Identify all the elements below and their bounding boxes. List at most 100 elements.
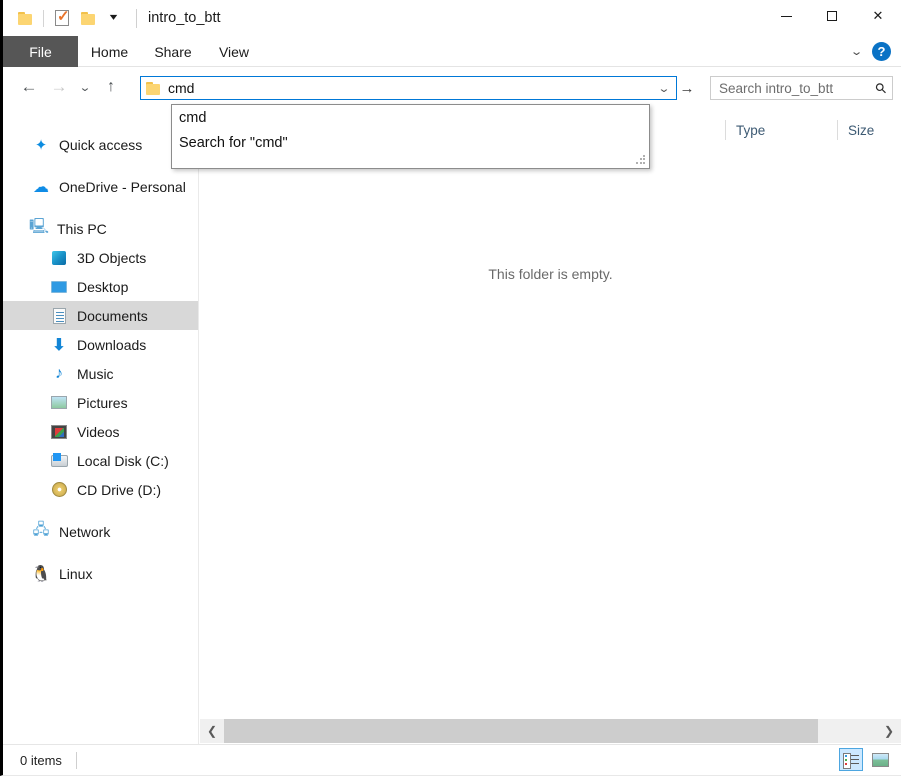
qat-folder-button[interactable] [12, 5, 38, 31]
scrollbar-thumb[interactable] [224, 719, 818, 743]
window-title: intro_to_btt [148, 10, 221, 26]
sidebar-item-local-disk-c[interactable]: Local Disk (C:) [3, 446, 198, 475]
scrollbar-track[interactable] [224, 719, 877, 743]
column-header-size-label: Size [848, 122, 875, 138]
search-input[interactable]: Search intro_to_btt [719, 81, 876, 96]
chevron-down-icon: ▾ [110, 12, 118, 23]
address-chevron-down-icon[interactable]: ⌄ [650, 82, 678, 95]
address-input[interactable]: cmd [168, 81, 654, 95]
status-bar: 0 items [3, 744, 901, 775]
sidebar-item-onedrive[interactable]: ☁ OneDrive - Personal [3, 172, 198, 201]
tab-share[interactable]: Share [141, 36, 205, 67]
scroll-left-button[interactable]: ❮ [200, 719, 224, 743]
help-icon[interactable]: ? [872, 42, 891, 61]
quick-access-toolbar: ▾ [3, 0, 137, 36]
window-controls: ✕ [763, 0, 901, 32]
sidebar-item-label: OneDrive - Personal [59, 178, 186, 195]
sidebar-item-this-pc[interactable]: 🖳 This PC [3, 214, 198, 243]
details-view-icon [843, 752, 859, 769]
up-button[interactable]: ↑ [96, 72, 126, 102]
network-icon: 🖧 [32, 521, 50, 538]
ribbon-bar: File Home Share View ⌄ ? [3, 36, 901, 67]
close-button[interactable]: ✕ [855, 0, 901, 32]
ribbon-tabs: File Home Share View [3, 36, 901, 67]
chevron-down-icon: ⌄ [78, 81, 92, 94]
empty-folder-message: This folder is empty. [488, 266, 613, 282]
sidebar-item-documents[interactable]: Documents [3, 301, 198, 330]
large-icons-view-button[interactable] [868, 748, 892, 771]
details-view-button[interactable] [839, 748, 863, 771]
go-button[interactable]: → [675, 76, 699, 100]
sidebar-item-label: Linux [59, 565, 93, 582]
qat-separator [43, 9, 44, 27]
sidebar-item-desktop[interactable]: Desktop [3, 272, 198, 301]
sidebar-item-cd-drive-d[interactable]: CD Drive (D:) [3, 475, 198, 504]
scroll-right-button[interactable]: ❯ [877, 719, 901, 743]
tab-view[interactable]: View [205, 36, 263, 67]
cd-drive-icon [49, 481, 69, 499]
minimize-icon [780, 15, 792, 17]
properties-icon [55, 8, 70, 26]
sidebar-item-label: 3D Objects [77, 249, 147, 266]
autocomplete-item-cmd[interactable]: cmd [172, 105, 649, 130]
maximize-icon [827, 11, 837, 21]
3d-objects-icon [49, 249, 69, 267]
qat-customize-button[interactable]: ▾ [101, 5, 127, 31]
sidebar-item-videos[interactable]: Videos [3, 417, 198, 446]
qat-new-folder-button[interactable] [75, 5, 101, 31]
status-separator [75, 751, 77, 769]
autocomplete-item-label: Search for "cmd" [179, 134, 288, 151]
folder-icon [17, 11, 33, 25]
horizontal-scrollbar[interactable]: ❮ ❯ [200, 719, 901, 743]
desktop-icon [49, 278, 69, 296]
back-button[interactable]: ← [14, 72, 44, 102]
large-icons-view-icon [871, 752, 889, 767]
search-box[interactable]: Search intro_to_btt ⚲ [710, 76, 893, 100]
local-disk-icon [49, 452, 69, 470]
go-arrow-icon: → [679, 79, 695, 97]
autocomplete-item-search[interactable]: Search for "cmd" [172, 130, 649, 155]
pictures-icon [49, 394, 69, 412]
expand-ribbon-chevron-down-icon[interactable]: ⌄ [850, 45, 863, 58]
documents-icon [49, 307, 69, 325]
sidebar-item-pictures[interactable]: Pictures [3, 388, 198, 417]
tab-share-label: Share [154, 43, 192, 60]
column-header-size[interactable]: Size [837, 120, 901, 140]
minimize-button[interactable] [763, 0, 809, 32]
sidebar-item-label: Desktop [77, 278, 129, 295]
sidebar-item-downloads[interactable]: ⬇ Downloads [3, 330, 198, 359]
resize-grip-icon[interactable] [635, 154, 646, 165]
sidebar-item-label: Videos [77, 423, 120, 440]
up-arrow-icon: ↑ [107, 78, 115, 95]
pin-star-icon: ✦ [34, 136, 48, 154]
navigation-pane[interactable]: ✦ Quick access ☁ OneDrive - Personal 🖳 T… [3, 106, 199, 744]
this-pc-icon: 🖳 [29, 218, 50, 235]
sidebar-item-network[interactable]: 🖧 Network [3, 517, 198, 546]
details-view-dots-icon [845, 754, 847, 757]
sidebar-item-label: Quick access [59, 136, 143, 153]
back-arrow-icon: ← [20, 77, 38, 96]
file-explorer-window: ▾ intro_to_btt ✕ File Home [0, 0, 901, 776]
recent-locations-button[interactable]: ⌄ [70, 72, 100, 102]
address-bar[interactable]: cmd ⌄ [140, 76, 677, 100]
qat-properties-button[interactable] [49, 5, 75, 31]
sidebar-item-3d-objects[interactable]: 3D Objects [3, 243, 198, 272]
tab-home[interactable]: Home [78, 36, 141, 67]
column-header-type[interactable]: Type [725, 120, 837, 140]
sidebar-item-label: Network [59, 523, 111, 540]
file-list-pane[interactable]: Type Size This folder is empty. [200, 106, 901, 718]
chevron-left-icon: ❮ [206, 724, 218, 738]
address-autocomplete-dropdown[interactable]: cmd Search for "cmd" [171, 104, 650, 169]
autocomplete-item-label: cmd [179, 109, 207, 126]
sidebar-item-quick-access[interactable]: ✦ Quick access [3, 130, 198, 159]
tab-view-label: View [218, 43, 250, 60]
sidebar-item-label: Local Disk (C:) [77, 452, 169, 469]
sidebar-item-music[interactable]: ♪ Music [3, 359, 198, 388]
ribbon-right-controls: ⌄ ? [850, 36, 897, 67]
sidebar-item-label: Documents [77, 307, 148, 324]
onedrive-cloud-icon: ☁ [33, 178, 49, 196]
maximize-button[interactable] [809, 0, 855, 32]
sidebar-item-linux[interactable]: 🐧 Linux [3, 559, 198, 588]
tab-file[interactable]: File [3, 36, 78, 67]
